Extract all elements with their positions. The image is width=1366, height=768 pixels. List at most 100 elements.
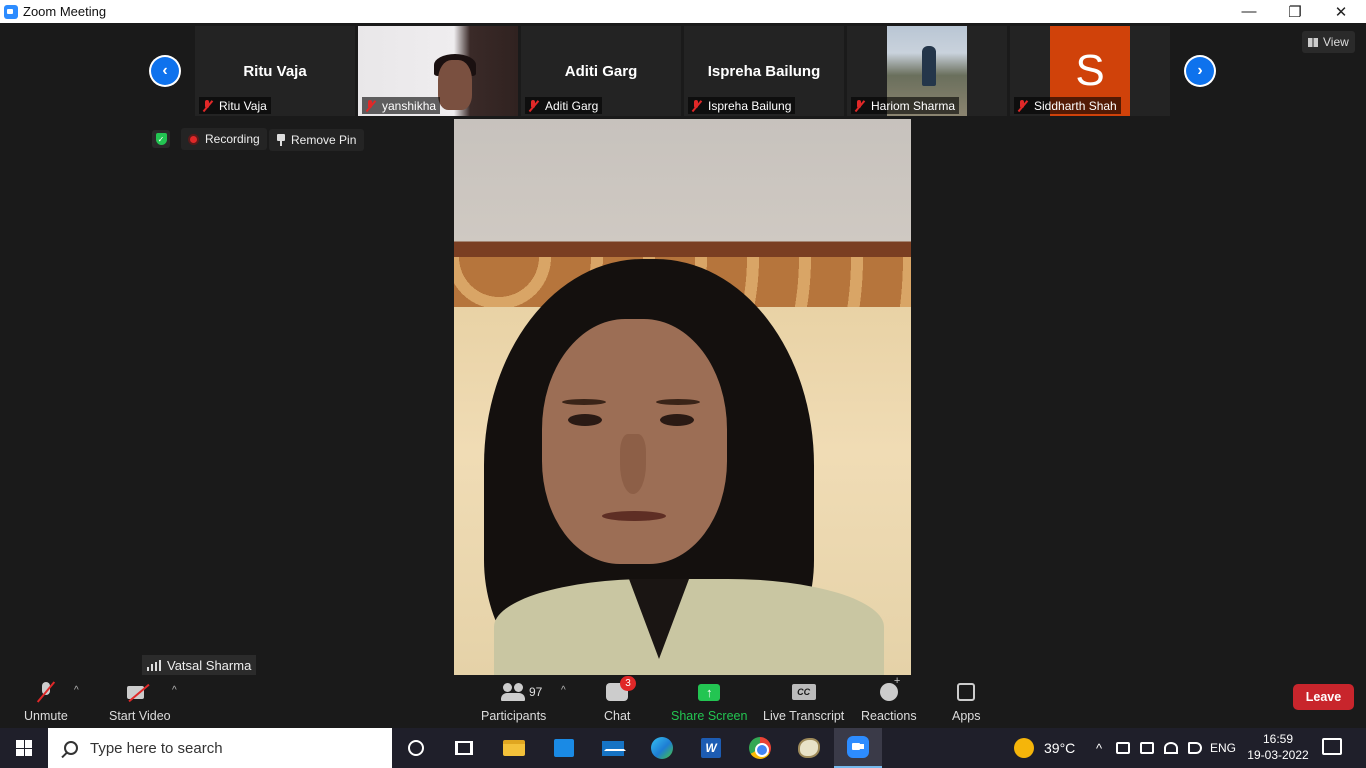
windows-taskbar: Type here to search W 39°C ^ ENG 16:59 1… [0, 728, 1366, 768]
participant-label: Hariom Sharma [851, 97, 960, 114]
language-indicator[interactable]: ENG [1208, 728, 1238, 768]
mic-muted-icon [39, 682, 53, 702]
battery-button[interactable] [1138, 728, 1156, 768]
meet-now-button[interactable] [1114, 728, 1132, 768]
store-icon [554, 739, 574, 757]
zoom-icon [847, 736, 869, 758]
share-screen-icon: ↑ [698, 683, 721, 701]
participant-name: yanshikha [382, 98, 437, 113]
tray-overflow-button[interactable]: ^ [1090, 728, 1108, 768]
apps-button[interactable]: Apps [952, 679, 981, 723]
active-speaker-video [454, 119, 911, 675]
view-button[interactable]: View [1302, 31, 1355, 53]
participant-name: Ispreha Bailung [708, 98, 792, 113]
chrome-button[interactable] [736, 728, 784, 768]
sun-icon [1014, 738, 1034, 758]
start-video-button[interactable]: Start Video [109, 679, 171, 723]
live-transcript-button[interactable]: CC Live Transcript [763, 679, 844, 723]
participant-name: Ritu Vaja [219, 98, 267, 113]
gallery-prev-button[interactable]: ‹ [149, 55, 181, 87]
participants-options-caret[interactable]: ^ [561, 685, 566, 696]
video-person-shirt [494, 579, 884, 675]
participant-tile[interactable]: Hariom Sharma [847, 26, 1007, 116]
edge-button[interactable] [638, 728, 686, 768]
weather-temperature: 39°C [1044, 740, 1076, 756]
video-person-mouth [602, 511, 666, 521]
volume-button[interactable] [1186, 728, 1204, 768]
recording-dot-icon [188, 133, 199, 145]
restore-button[interactable]: ❐ [1272, 0, 1318, 23]
video-person-nose [620, 434, 646, 494]
recording-label: Recording [205, 132, 260, 146]
speaker-icon [1188, 742, 1202, 754]
participant-tile[interactable]: S Siddharth Shah [1010, 26, 1170, 116]
camera-tray-icon [1116, 742, 1130, 754]
store-button[interactable] [540, 728, 588, 768]
mic-muted-icon [854, 99, 865, 112]
zoom-taskbar-button[interactable] [834, 728, 882, 768]
apps-label: Apps [952, 709, 981, 723]
participant-big-name: Ritu Vaja [243, 63, 307, 80]
start-button[interactable] [0, 728, 48, 768]
remove-pin-button[interactable]: Remove Pin [269, 129, 365, 151]
close-button[interactable]: ✕ [1318, 0, 1364, 23]
video-person-brow [562, 399, 606, 405]
cortana-button[interactable] [392, 728, 440, 768]
mic-muted-icon [1017, 99, 1028, 112]
meeting-area: ‹ Ritu Vaja Ritu Vaja yanshikha Aditi Ga… [0, 23, 1366, 728]
mail-button[interactable] [589, 728, 637, 768]
participant-tile[interactable]: Ritu Vaja Ritu Vaja [195, 26, 355, 116]
chevron-left-icon: ‹ [151, 57, 179, 85]
weather-widget[interactable]: 39°C [1014, 728, 1075, 768]
participant-tile[interactable]: Ispreha Bailung Ispreha Bailung [684, 26, 844, 116]
minimize-button[interactable]: — [1226, 0, 1272, 23]
apps-icon [957, 683, 976, 701]
grid-icon [1308, 37, 1318, 47]
view-label: View [1323, 35, 1349, 49]
gallery-next-button[interactable]: › [1184, 55, 1216, 87]
notification-icon[interactable] [1322, 738, 1342, 755]
active-speaker-label: Vatsal Sharma [142, 655, 257, 675]
leave-button[interactable]: Leave [1293, 684, 1354, 710]
task-view-button[interactable] [440, 728, 488, 768]
participant-label: Aditi Garg [525, 97, 603, 114]
battery-icon [1140, 742, 1154, 754]
participant-label: Siddharth Shah [1014, 97, 1121, 114]
word-button[interactable]: W [687, 728, 735, 768]
participant-big-name: Ispreha Bailung [707, 63, 821, 80]
title-bar: Zoom Meeting — ❐ ✕ [0, 0, 1366, 23]
share-screen-button[interactable]: ↑ Share Screen [671, 679, 747, 723]
participant-big-name: Aditi Garg [564, 63, 638, 80]
task-view-icon [455, 741, 473, 755]
wifi-icon [1164, 742, 1178, 754]
participant-tile[interactable]: Aditi Garg Aditi Garg [521, 26, 681, 116]
window-title: Zoom Meeting [23, 4, 107, 19]
live-transcript-label: Live Transcript [763, 709, 845, 723]
file-explorer-button[interactable] [490, 728, 538, 768]
participant-video-face [438, 60, 472, 110]
pin-icon [277, 134, 285, 146]
chat-label: Chat [604, 709, 631, 723]
taskbar-search-box[interactable]: Type here to search [48, 728, 392, 768]
unmute-button[interactable]: Unmute [24, 679, 68, 723]
clock-time: 16:59 [1262, 732, 1294, 746]
active-speaker-name: Vatsal Sharma [167, 657, 252, 673]
zoom-app-icon [4, 4, 18, 19]
participant-name: Aditi Garg [545, 98, 599, 113]
network-button[interactable] [1162, 728, 1180, 768]
audio-options-caret[interactable]: ^ [74, 685, 79, 696]
participant-tile[interactable]: yanshikha [358, 26, 518, 116]
search-placeholder: Type here to search [90, 739, 223, 757]
reactions-button[interactable]: Reactions [861, 675, 917, 723]
remove-pin-label: Remove Pin [291, 133, 357, 147]
video-options-caret[interactable]: ^ [172, 685, 177, 696]
recording-indicator[interactable]: Recording [181, 128, 267, 150]
mic-muted-icon [528, 99, 539, 112]
mic-muted-icon [365, 99, 376, 112]
edge-icon [651, 737, 673, 759]
taskbar-clock[interactable]: 16:59 19-03-2022 [1244, 731, 1312, 763]
paint-button[interactable] [785, 728, 833, 768]
participants-button[interactable]: Participants 97 [481, 679, 546, 723]
encryption-shield-button[interactable]: ✓ [152, 130, 170, 148]
participant-label: yanshikha [362, 97, 441, 114]
